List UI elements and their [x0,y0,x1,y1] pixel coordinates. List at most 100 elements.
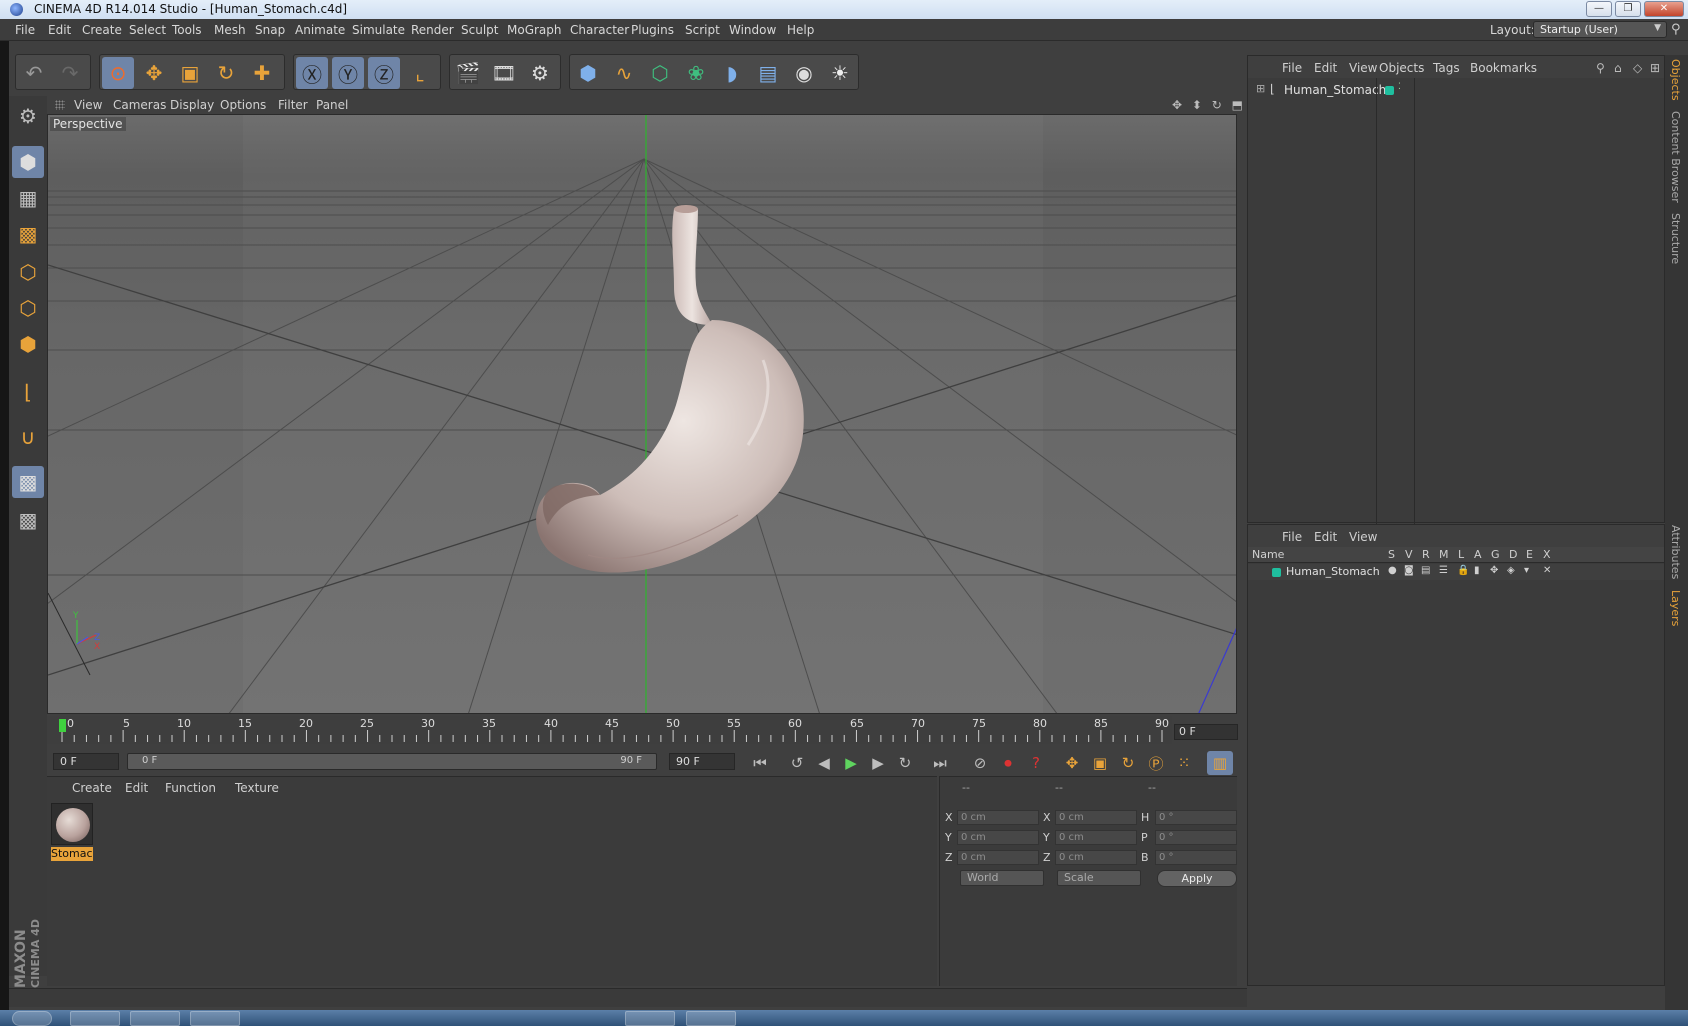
size-y-field[interactable]: 0 cm [1055,830,1137,845]
current-frame-field[interactable]: 0 F [1174,724,1238,740]
axis-mode-icon[interactable]: ⌊ [12,376,44,408]
previous-frame-icon[interactable]: ◀ [811,751,837,775]
previous-key-icon[interactable]: ↺ [784,751,810,775]
position-y-field[interactable]: 0 cm [957,830,1039,845]
next-frame-icon[interactable]: ▶ [865,751,891,775]
home-icon[interactable]: ⌂ [1614,61,1622,75]
restore-button[interactable]: ❐ [1615,1,1641,17]
menu-sculpt[interactable]: Sculpt [461,23,498,37]
taskbar-app[interactable] [130,1011,180,1026]
scale-icon[interactable]: ▣ [174,57,206,89]
polygons-mode-icon[interactable]: ⬢ [12,328,44,360]
material-menu-function[interactable]: Function [165,781,216,795]
workplane-icon[interactable]: ▩ [12,218,44,250]
go-to-end-icon[interactable]: ⏭ [927,751,953,775]
menu-mograph[interactable]: MoGraph [507,23,562,37]
xref-toggle-icon[interactable]: ✕ [1543,565,1551,576]
menu-animate[interactable]: Animate [295,23,345,37]
move-icon[interactable]: ✥ [138,57,170,89]
snapping-icon[interactable]: ∪ [12,421,44,453]
lock-toggle-icon[interactable]: 🔒 [1457,565,1469,576]
menu-script[interactable]: Script [685,23,720,37]
perspective-viewport[interactable]: Y X Z [47,114,1237,714]
solo-toggle-icon[interactable]: ● [1388,565,1397,576]
new-window-icon[interactable]: ⊞ [1650,61,1660,75]
rotation-b-field[interactable]: 0 ° [1155,850,1237,865]
record-scale-icon[interactable]: ▣ [1087,751,1113,775]
layer-color-swatch[interactable] [1385,86,1394,95]
layer-color-swatch[interactable] [1272,568,1281,577]
floor-icon[interactable]: ▤ [752,57,784,89]
record-point-level-icon[interactable]: ⁙ [1171,751,1197,775]
size-x-field[interactable]: 0 cm [1055,810,1137,825]
generators-toggle-icon[interactable]: ✥ [1490,565,1498,576]
expand-icon[interactable]: ⊞ [1256,82,1265,95]
live-selection-icon[interactable]: ⊙ [102,57,134,89]
menu-help[interactable]: Help [787,23,814,37]
position-z-field[interactable]: 0 cm [957,850,1039,865]
make-editable-icon[interactable]: ⚙ [12,100,44,132]
edit-render-settings-icon[interactable]: ⚙ [524,57,556,89]
tab-attributes[interactable]: Attributes [1669,525,1682,579]
add-icon[interactable]: ✚ [246,57,278,89]
rotation-p-field[interactable]: 0 ° [1155,830,1237,845]
menu-select[interactable]: Select [129,23,166,37]
layer-name[interactable]: Human_Stomach [1286,565,1380,578]
menu-plugins[interactable]: Plugins [631,23,674,37]
layers-menu-file[interactable]: File [1282,530,1302,544]
objects-menu-file[interactable]: File [1282,61,1302,75]
coordinate-system-icon[interactable]: ⌞ [404,57,436,89]
end-frame-field[interactable]: 90 F [669,753,735,770]
viewport-menu-display[interactable]: Display [170,98,214,112]
timeline-icon[interactable]: ▥ [1207,751,1233,775]
visibility-dots-icon[interactable]: ⁚ [1398,82,1401,92]
material-name[interactable]: Stomach [51,847,93,861]
start-frame-field[interactable]: 0 F [53,753,119,770]
viewport-menu-panel[interactable]: Panel [316,98,348,112]
layer-row-human-stomach[interactable]: Human_Stomach ● ◙ ▤ ☰ 🔒 ▮ ✥ ◈ ▾ ✕ [1248,564,1664,580]
objects-menu-objects[interactable]: Objects [1379,61,1424,75]
apply-button[interactable]: Apply [1157,870,1237,887]
material-menu-texture[interactable]: Texture [235,781,279,795]
timeline-ruler[interactable]: 0 5 10 15 20 25 30 35 40 45 50 55 60 65 … [47,716,1172,744]
viewport-menu-cameras[interactable]: Cameras [113,98,166,112]
deformers-toggle-icon[interactable]: ◈ [1507,565,1515,576]
layout-dropdown[interactable]: Startup (User) ▼ [1533,21,1667,38]
menu-mesh[interactable]: Mesh [214,23,246,37]
position-x-field[interactable]: 0 cm [957,810,1039,825]
y-axis-lock-icon[interactable]: Ⓨ [332,57,364,89]
autokeying-icon[interactable]: ⏺ [995,751,1021,775]
objects-menu-tags[interactable]: Tags [1433,61,1460,75]
planar-workplane-icon[interactable]: ▩ [12,504,44,536]
menu-tools[interactable]: Tools [172,23,202,37]
record-rotation-icon[interactable]: ↻ [1115,751,1141,775]
menu-render[interactable]: Render [411,23,454,37]
manager-toggle-icon[interactable]: ☰ [1439,565,1448,576]
visible-toggle-icon[interactable]: ◙ [1404,565,1414,576]
taskbar-app[interactable] [625,1011,675,1026]
menu-character[interactable]: Character [570,23,629,37]
objects-menu-view[interactable]: View [1349,61,1377,75]
close-button[interactable]: ✕ [1644,1,1684,17]
playhead[interactable] [59,719,66,732]
record-position-icon[interactable]: ✥ [1059,751,1085,775]
record-keys-icon[interactable]: ⊘ [967,751,993,775]
animation-toggle-icon[interactable]: ▮ [1474,565,1480,576]
tab-layers[interactable]: Layers [1669,590,1682,626]
points-mode-icon[interactable]: ⬡ [12,256,44,288]
start-button[interactable] [12,1011,52,1026]
render-picture-viewer-icon[interactable]: 🎞 [488,57,520,89]
cloner-icon[interactable]: ❀ [680,57,712,89]
tab-content-browser[interactable]: Content Browser [1669,111,1682,203]
redo-icon[interactable]: ↷ [54,57,86,89]
material-menu-create[interactable]: Create [72,781,112,795]
panel-grip-icon[interactable] [55,100,65,110]
viewport-menu-filter[interactable]: Filter [278,98,308,112]
size-mode-dropdown[interactable]: Scale [1057,870,1141,886]
expressions-toggle-icon[interactable]: ▾ [1524,565,1529,576]
search-icon[interactable]: ⚲ [1596,61,1605,75]
menu-simulate[interactable]: Simulate [352,23,405,37]
cube-primitive-icon[interactable]: ⬢ [572,57,604,89]
menu-create[interactable]: Create [82,23,122,37]
tab-objects[interactable]: Objects [1669,59,1682,101]
